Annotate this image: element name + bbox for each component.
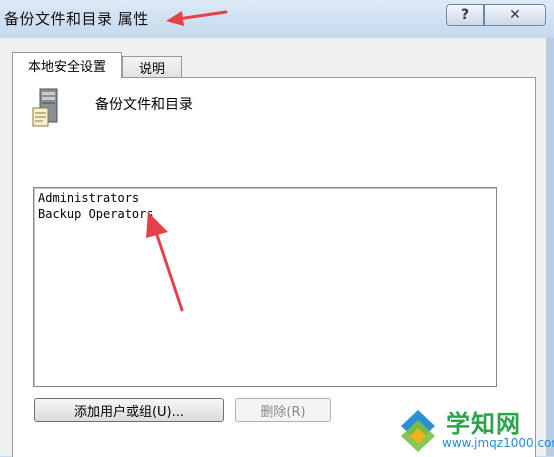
help-button[interactable]: ? (446, 4, 484, 26)
dialog-body: 本地安全设置 说明 备份文件和目录 Administrators Backup … (0, 38, 546, 457)
watermark: 学知网 www.jmqz1000.com (394, 404, 554, 456)
add-user-or-group-button[interactable]: 添加用户或组(U)... (34, 398, 224, 422)
watermark-logo-icon (401, 410, 435, 452)
members-listbox[interactable]: Administrators Backup Operators (33, 187, 497, 387)
list-item[interactable]: Backup Operators (34, 206, 496, 222)
tab-label: 说明 (138, 62, 165, 77)
window-title: 备份文件和目录 属性 (4, 10, 149, 28)
list-item[interactable]: Administrators (34, 190, 496, 206)
tab-label: 本地安全设置 (27, 60, 106, 75)
close-icon: ✕ (509, 7, 521, 23)
close-button[interactable]: ✕ (484, 4, 546, 26)
policy-name: 备份文件和目录 (95, 97, 193, 113)
watermark-site-name: 学知网 (446, 410, 521, 438)
tab-explain[interactable]: 说明 (122, 56, 182, 78)
title-bar: 备份文件和目录 属性 ? ✕ (0, 0, 554, 38)
server-icon (32, 88, 58, 127)
window-border (546, 38, 554, 456)
help-icon: ? (460, 7, 470, 23)
tab-panel: 备份文件和目录 Administrators Backup Operators … (12, 77, 536, 457)
remove-button[interactable]: 删除(R) (235, 398, 331, 422)
watermark-site-url: www.jmqz1000.com (442, 436, 554, 450)
tab-local-security-setting[interactable]: 本地安全设置 (12, 52, 122, 78)
